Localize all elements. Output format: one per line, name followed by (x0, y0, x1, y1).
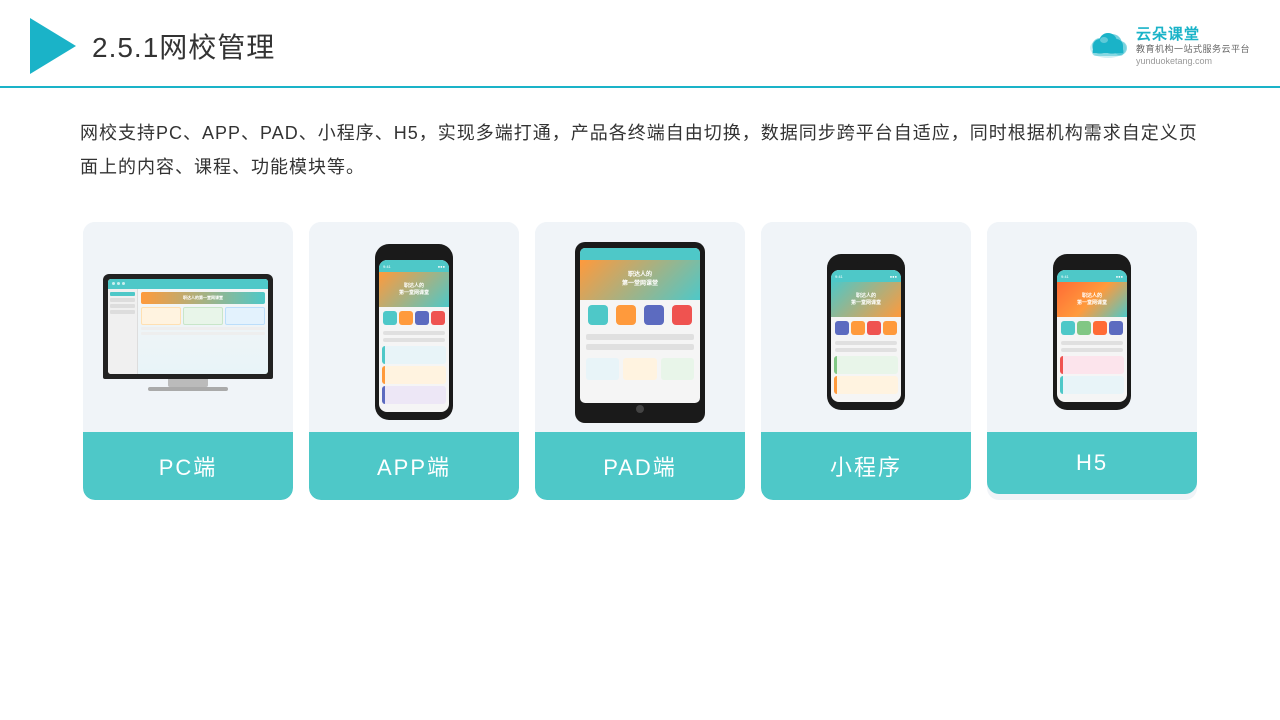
logo-triangle-icon (30, 18, 76, 74)
description-text: 网校支持PC、APP、PAD、小程序、H5，实现多端打通，产品各终端自由切换，数… (0, 88, 1280, 194)
card-h5-label: H5 (987, 432, 1197, 494)
card-pc: 职达人的第一堂网课堂 (83, 222, 293, 500)
card-pad-label: PAD端 (535, 432, 745, 500)
cloud-icon (1086, 28, 1130, 64)
card-miniprogram-label: 小程序 (761, 432, 971, 500)
header-left: 2.5.1网校管理 (30, 18, 275, 74)
page-header: 2.5.1网校管理 云朵课堂 教育机构一站式服务云平台 yundu (0, 0, 1280, 88)
brand-name: 云朵课堂 (1136, 26, 1250, 44)
brand-url: yunduoketang.com (1136, 56, 1250, 66)
brand-area: 云朵课堂 教育机构一站式服务云平台 yunduoketang.com (1086, 26, 1250, 66)
app-phone-mockup: 9:41 ●●● 职达人的第一堂网课堂 (375, 244, 453, 420)
card-h5-image: 9:41 ●●● 职达人的第一堂网课堂 (987, 222, 1197, 432)
page-title: 2.5.1网校管理 (92, 26, 275, 66)
pad-tablet-mockup: 职达人的第一堂网课堂 (575, 242, 705, 423)
title-number: 2.5.1网校管理 (92, 32, 275, 63)
card-pad: 职达人的第一堂网课堂 (535, 222, 745, 500)
cards-section: 职达人的第一堂网课堂 (0, 194, 1280, 520)
card-app-image: 9:41 ●●● 职达人的第一堂网课堂 (309, 222, 519, 432)
h5-phone-mockup: 9:41 ●●● 职达人的第一堂网课堂 (1053, 254, 1131, 410)
card-miniprogram-image: 9:41 ●●● 职达人的第一堂网课堂 (761, 222, 971, 432)
brand-slogan: 教育机构一站式服务云平台 (1136, 44, 1250, 56)
card-app: 9:41 ●●● 职达人的第一堂网课堂 (309, 222, 519, 500)
card-pad-image: 职达人的第一堂网课堂 (535, 222, 745, 432)
brand-logo: 云朵课堂 教育机构一站式服务云平台 yunduoketang.com (1086, 26, 1250, 66)
card-miniprogram: 9:41 ●●● 职达人的第一堂网课堂 (761, 222, 971, 500)
pc-mockup: 职达人的第一堂网课堂 (103, 274, 273, 391)
brand-text: 云朵课堂 教育机构一站式服务云平台 yunduoketang.com (1136, 26, 1250, 66)
card-pc-image: 职达人的第一堂网课堂 (83, 222, 293, 432)
miniprogram-phone-mockup: 9:41 ●●● 职达人的第一堂网课堂 (827, 254, 905, 410)
card-h5: 9:41 ●●● 职达人的第一堂网课堂 (987, 222, 1197, 500)
card-pc-label: PC端 (83, 432, 293, 500)
card-app-label: APP端 (309, 432, 519, 500)
